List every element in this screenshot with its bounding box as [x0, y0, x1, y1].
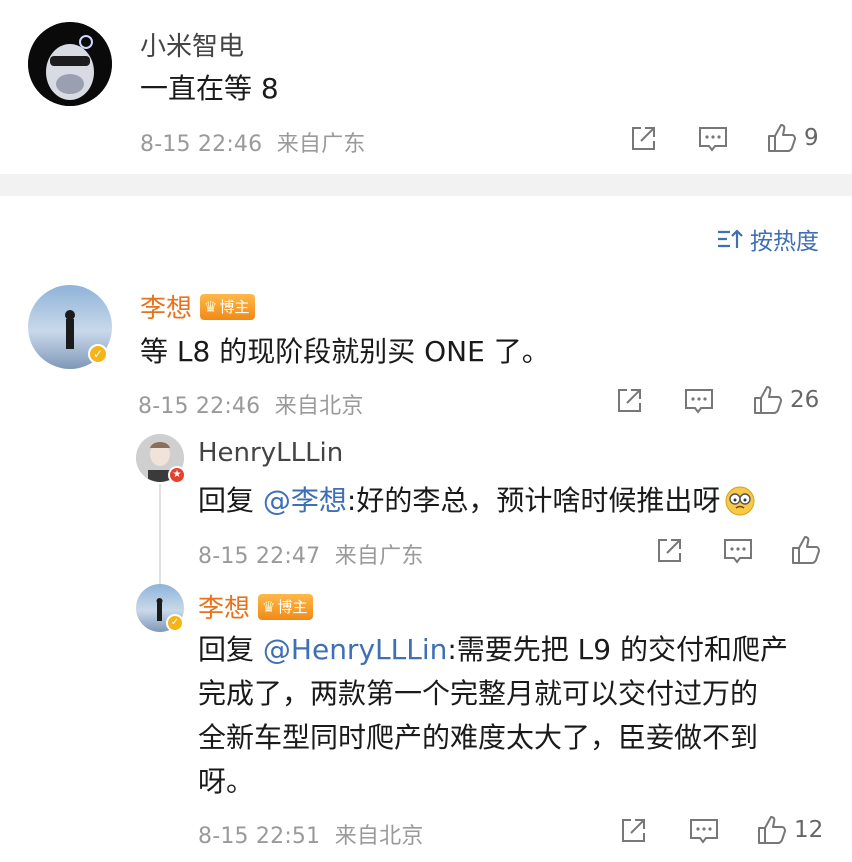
crown-icon: ♛ [262, 597, 276, 616]
reply-text: 回复 @HenryLLLin:需要先把 L9 的交付和爬产 完成了，两款第一个完… [198, 628, 788, 804]
comment-location: 来自北京 [274, 394, 364, 419]
ape-avatar-image [28, 22, 112, 106]
like-button[interactable]: 26 [752, 384, 819, 416]
comment-meta: 8-15 22:46 来自广东 [140, 126, 366, 158]
badge-label: 博主 [219, 298, 250, 316]
sort-icon [718, 229, 743, 248]
share-button[interactable] [654, 536, 684, 566]
share-button[interactable] [618, 816, 648, 846]
reply-body: :好的李总，预计啥时候推出呀 [346, 484, 721, 517]
like-button[interactable] [790, 534, 822, 566]
like-count: 26 [790, 387, 820, 413]
share-icon [622, 819, 645, 842]
sort-toggle[interactable]: 按热度 [716, 222, 819, 256]
mention-link[interactable]: @李想 [263, 482, 347, 520]
reply-line: 呀。 [198, 765, 255, 798]
reply-line: 全新车型同时爬产的难度太大了，臣妾做不到 [198, 721, 759, 754]
like-icon [754, 386, 782, 414]
share-icon [632, 127, 655, 150]
verified-icon: ✓ [166, 614, 184, 632]
reply-body: :需要先把 L9 的交付和爬产 [447, 633, 788, 666]
reply-prefix: 回复 [198, 484, 263, 517]
avatar[interactable] [28, 22, 112, 106]
comment-icon [724, 539, 752, 564]
comment-icon [699, 127, 727, 152]
mention-link[interactable]: @HenryLLLin [263, 633, 447, 666]
comment-button[interactable] [688, 816, 720, 846]
like-count: 12 [794, 817, 824, 843]
comment-button[interactable] [683, 386, 715, 416]
comment-text: 一直在等 8 [140, 72, 279, 105]
comment-button[interactable] [697, 124, 729, 154]
badge-label: 博主 [277, 598, 308, 616]
like-icon [758, 816, 786, 844]
blogger-badge: ♛ 博主 [258, 593, 314, 620]
share-button[interactable] [628, 124, 658, 154]
reply-author-row: 李想 ♛ 博主 [198, 588, 314, 625]
member-badge-icon: ★ [168, 466, 186, 484]
comment-time: 8-15 22:46 [140, 132, 263, 157]
reply-prefix: 回复 [198, 633, 263, 666]
like-icon [792, 536, 820, 564]
comment-button[interactable] [722, 536, 754, 566]
comment-author[interactable]: 李想 [140, 288, 192, 325]
reply-location: 来自北京 [334, 824, 424, 849]
reply-time: 8-15 22:47 [198, 544, 321, 569]
comment-time: 8-15 22:46 [138, 394, 261, 419]
comment-text: 等 L8 的现阶段就别买 ONE 了。 [140, 335, 550, 368]
comment-location: 来自广东 [276, 132, 366, 157]
comment-author[interactable]: 小米智电 [140, 26, 244, 63]
sort-label: 按热度 [750, 229, 819, 255]
share-icon [658, 539, 681, 562]
reply-meta: 8-15 22:47 来自广东 [198, 538, 424, 570]
thread-line [159, 484, 161, 584]
comment-meta: 8-15 22:46 来自北京 [138, 388, 364, 420]
reply-location: 来自广东 [334, 544, 424, 569]
reply-line: 完成了，两款第一个完整月就可以交付过万的 [198, 677, 759, 710]
like-icon [768, 124, 796, 152]
reply-author[interactable]: 李想 [198, 588, 250, 625]
verified-icon: ✓ [88, 344, 108, 364]
reply-author[interactable]: HenryLLLin [198, 438, 343, 468]
reply-meta: 8-15 22:51 来自北京 [198, 818, 424, 850]
emoji-icon [725, 486, 755, 516]
comment-icon [685, 389, 713, 414]
blogger-badge: ♛ 博主 [200, 293, 256, 320]
comment-author-row: 李想 ♛ 博主 [140, 288, 256, 325]
crown-icon: ♛ [204, 297, 218, 316]
reply-text: 回复 @李想 :好的李总，预计啥时候推出呀 [198, 482, 756, 520]
reply-line: 回复 @HenryLLLin:需要先把 L9 的交付和爬产 [198, 628, 788, 672]
like-button[interactable]: 12 [756, 814, 823, 846]
share-button[interactable] [614, 386, 644, 416]
like-button[interactable]: 9 [766, 122, 819, 154]
like-count: 9 [804, 125, 819, 151]
reply-time: 8-15 22:51 [198, 824, 321, 849]
share-icon [618, 389, 641, 412]
comment-icon [690, 819, 718, 844]
section-divider [0, 174, 852, 196]
